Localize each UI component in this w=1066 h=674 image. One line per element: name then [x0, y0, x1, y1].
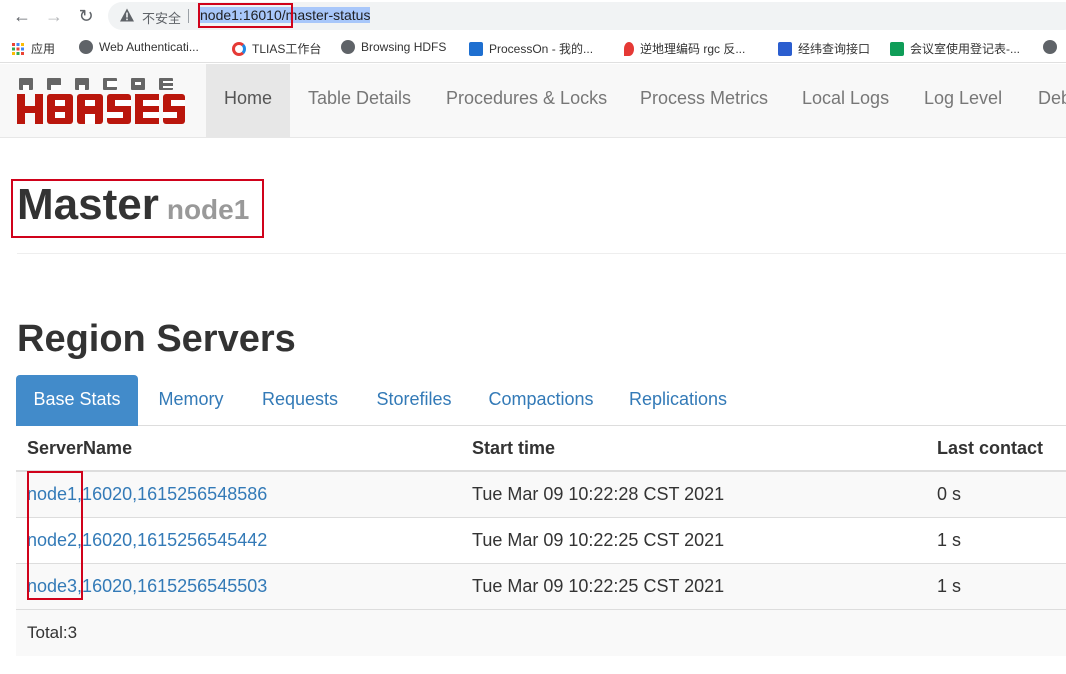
reload-icon[interactable]: ↻ [75, 5, 97, 27]
hbase-navbar: Home Table Details Procedures & Locks Pr… [0, 64, 1066, 138]
table-total-row: Total:3 [16, 610, 1066, 656]
bookmarks-bar: 应用 Web Authenticati... TLIAS工作台 Browsing… [0, 33, 1066, 63]
browser-toolbar: ← → ↻ 不安全 node1:16010/master-status [0, 0, 1066, 33]
apache-hbase-logo[interactable] [17, 76, 187, 130]
last-contact-cell: 1 s [937, 576, 962, 596]
server-annotation-box [27, 471, 83, 600]
last-contact-cell: 0 s [937, 484, 962, 504]
bookmark-latlng[interactable]: 经纬查询接口 [778, 40, 870, 57]
back-arrow-icon[interactable]: ← [11, 5, 33, 27]
host-annotation-box [198, 3, 293, 28]
bookmark-label: Browsing HDFS [361, 40, 447, 54]
bookmark-label: TLIAS工作台 [252, 42, 322, 56]
bookmark-web-auth[interactable]: Web Authenticati... [79, 40, 199, 54]
section-title-region-servers: Region Servers [17, 318, 296, 360]
bookmark-hdfs[interactable]: Browsing HDFS [341, 40, 446, 54]
region-server-tabs: Base Stats Memory Requests Storefiles Co… [16, 375, 1066, 426]
tab-memory[interactable]: Memory [154, 375, 228, 426]
bookmark-more[interactable] [1043, 40, 1057, 54]
bookmark-label: 应用 [31, 42, 56, 56]
bookmark-label: 会议室使用登记表-... [910, 42, 1020, 56]
bookmark-tlias[interactable]: TLIAS工作台 [232, 40, 321, 57]
total-count: Total:3 [27, 623, 78, 642]
globe-icon [79, 40, 93, 54]
tab-requests[interactable]: Requests [259, 375, 341, 426]
bookmark-apps[interactable]: 应用 [11, 40, 55, 57]
sheet-icon [890, 41, 904, 56]
insecure-label: 不安全 [142, 11, 182, 26]
bookmark-meeting[interactable]: 会议室使用登记表-... [890, 40, 1020, 57]
table-row: node2,16020,1615256545442 Tue Mar 09 10:… [16, 518, 1066, 564]
bookmark-label: 经纬查询接口 [798, 42, 871, 56]
apps-grid-icon [12, 42, 24, 55]
tab-compactions[interactable]: Compactions [486, 375, 596, 426]
table-row: node3,16020,1615256545503 Tue Mar 09 10:… [16, 564, 1066, 610]
tab-replications[interactable]: Replications [628, 375, 728, 426]
col-header-start-time[interactable]: Start time [472, 438, 555, 459]
omnibox-divider [188, 9, 189, 23]
nav-local-logs[interactable]: Local Logs [802, 88, 889, 109]
tab-base-stats[interactable]: Base Stats [16, 375, 138, 426]
col-header-last-contact[interactable]: Last contact [937, 438, 1043, 459]
map-pin-icon [624, 41, 634, 56]
start-time-cell: Tue Mar 09 10:22:28 CST 2021 [472, 484, 725, 504]
nav-process-metrics[interactable]: Process Metrics [640, 88, 768, 109]
header-divider [17, 253, 1066, 254]
globe-icon [341, 40, 355, 54]
processon-logo-icon [469, 41, 483, 56]
globe-icon [1043, 40, 1057, 54]
nav-debug[interactable]: Deb [1038, 88, 1066, 109]
bookmark-label: Web Authenticati... [99, 40, 199, 54]
bookmark-processon[interactable]: ProcessOn - 我的... [469, 40, 593, 57]
bookmark-geocode[interactable]: 逆地理编码 rgc 反... [624, 40, 745, 57]
table-header-row: ServerName Start time Last contact [16, 426, 1066, 472]
url-path: master-status [285, 7, 371, 23]
forward-arrow-icon[interactable]: → [43, 5, 65, 27]
bookmark-label: ProcessOn - 我的... [489, 42, 594, 56]
baidu-paw-icon [778, 41, 792, 56]
nav-table-details[interactable]: Table Details [308, 88, 411, 109]
col-header-servername[interactable]: ServerName [27, 438, 132, 459]
start-time-cell: Tue Mar 09 10:22:25 CST 2021 [472, 530, 725, 550]
nav-home[interactable]: Home [224, 88, 272, 109]
tab-storefiles[interactable]: Storefiles [373, 375, 455, 426]
last-contact-cell: 1 s [937, 530, 962, 550]
tlias-logo-icon [232, 41, 246, 56]
region-servers-table: ServerName Start time Last contact node1… [16, 426, 1066, 656]
nav-log-level[interactable]: Log Level [924, 88, 1002, 109]
warning-icon [120, 8, 134, 22]
title-annotation-box [11, 179, 264, 238]
table-row: node1,16020,1615256548586 Tue Mar 09 10:… [16, 472, 1066, 518]
nav-procedures-locks[interactable]: Procedures & Locks [446, 88, 607, 109]
bookmark-label: 逆地理编码 rgc 反... [640, 42, 746, 56]
start-time-cell: Tue Mar 09 10:22:25 CST 2021 [472, 576, 725, 596]
